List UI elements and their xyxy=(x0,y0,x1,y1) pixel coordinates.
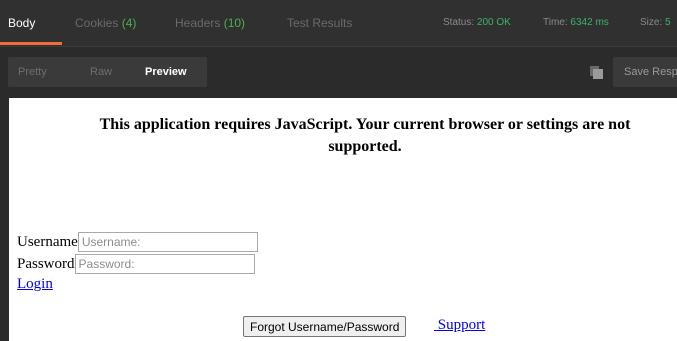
tab-headers-label: Headers xyxy=(175,16,221,30)
view-mode-raw[interactable]: Raw xyxy=(90,66,112,78)
tab-cookies[interactable]: Cookies (4) xyxy=(75,16,136,30)
cookies-count-badge: (4) xyxy=(121,16,137,30)
copy-icon-glyph xyxy=(590,66,603,79)
active-tab-underline xyxy=(0,42,62,45)
tab-cookies-label: Cookies xyxy=(75,16,119,30)
notice-line-2: supported. xyxy=(328,138,402,155)
username-row: Username xyxy=(17,232,258,252)
password-row: Password xyxy=(17,254,255,274)
size-label: Size: xyxy=(640,17,663,28)
status-label: Status: xyxy=(443,17,475,28)
username-input[interactable] xyxy=(77,232,258,252)
response-preview-frame: This application requires JavaScript. Yo… xyxy=(9,98,677,341)
response-time: Time: 6342 ms xyxy=(543,17,609,28)
size-value: 5 xyxy=(665,17,671,28)
time-value: 6342 ms xyxy=(570,17,609,28)
tab-body-label: Body xyxy=(8,16,36,30)
password-label: Password xyxy=(17,256,75,272)
time-label: Time: xyxy=(543,17,568,28)
view-mode-toolbar: Pretty Raw Preview Save Response xyxy=(0,47,677,98)
login-link[interactable]: Login xyxy=(17,276,53,293)
headers-count-badge: (10) xyxy=(223,16,246,30)
forgot-username-password-button[interactable]: Forgot Username/Password xyxy=(243,316,407,337)
postman-response-panel: Body Cookies (4) Headers (10) Test Resul… xyxy=(0,0,677,341)
support-link[interactable]: Support xyxy=(434,317,486,334)
tab-headers[interactable]: Headers (10) xyxy=(175,16,245,30)
tab-test-results[interactable]: Test Results xyxy=(287,16,352,30)
response-tab-bar: Body Cookies (4) Headers (10) Test Resul… xyxy=(0,0,677,46)
save-response-button[interactable]: Save Response xyxy=(613,57,677,87)
view-mode-segmented-control: Pretty Raw Preview xyxy=(8,57,207,87)
response-size: Size: 5 xyxy=(640,17,671,28)
response-status: Status: 200 OK xyxy=(443,17,511,28)
status-value: 200 OK xyxy=(476,17,511,28)
tab-body[interactable]: Body xyxy=(8,16,35,30)
notice-line-1: This application requires JavaScript. Yo… xyxy=(99,116,631,133)
tab-test-results-label: Test Results xyxy=(287,16,353,30)
password-input[interactable] xyxy=(74,254,255,274)
copy-icon[interactable] xyxy=(590,66,603,79)
username-label: Username xyxy=(17,234,78,250)
javascript-required-notice: This application requires JavaScript. Yo… xyxy=(9,114,677,158)
view-mode-pretty[interactable]: Pretty xyxy=(18,66,47,78)
view-mode-preview[interactable]: Preview xyxy=(145,66,187,78)
